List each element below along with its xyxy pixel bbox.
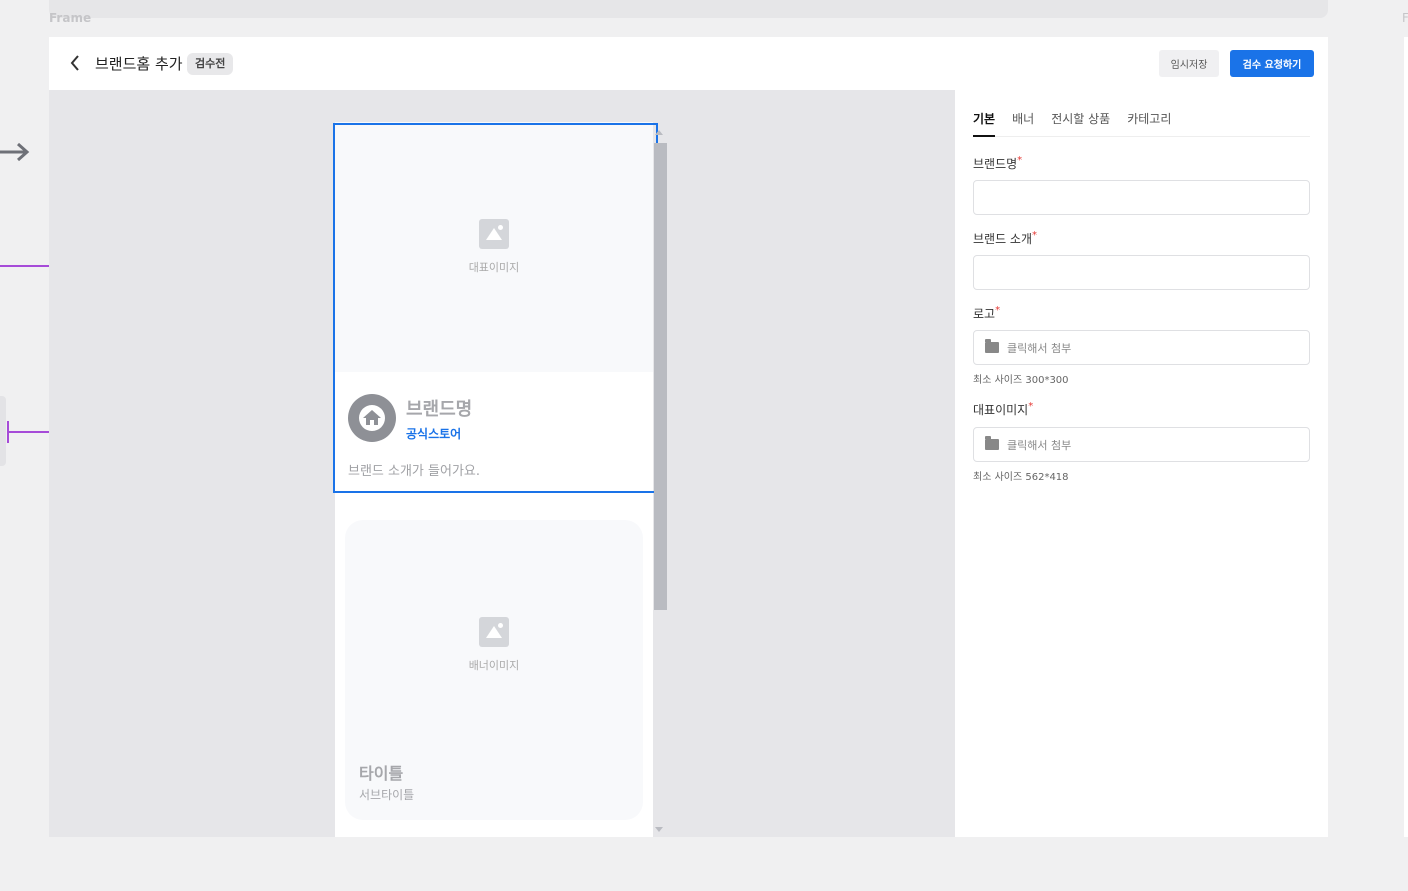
banner-image-caption: 배너이미지 bbox=[468, 659, 520, 672]
rep-image-label: 대표이미지* bbox=[973, 401, 1034, 417]
tab-banner[interactable]: 배너 bbox=[1012, 110, 1034, 137]
preview-area: 대표이미지 브랜드명 공식스토어 브랜드 소개가 들어가요. 배너이미지 타이틀… bbox=[49, 90, 955, 837]
brand-intro-label: 브랜드 소개* bbox=[973, 230, 1038, 246]
banner-card: 배너이미지 타이틀 서브타이틀 bbox=[345, 520, 643, 820]
previous-frame-strip bbox=[49, 0, 1328, 18]
settings-panel: 기본 배너 전시할 상품 카테고리 브랜드명* 브랜드 소개* 로고* 클릭해서… bbox=[955, 90, 1328, 837]
folder-icon bbox=[985, 339, 999, 353]
chevron-left-icon bbox=[70, 55, 79, 71]
tab-display-products[interactable]: 전시할 상품 bbox=[1051, 110, 1110, 137]
brand-intro-input[interactable] bbox=[973, 255, 1310, 290]
status-badge: 검수전 bbox=[187, 53, 234, 75]
back-button[interactable] bbox=[65, 53, 85, 73]
submit-review-button[interactable]: 검수 요청하기 bbox=[1230, 50, 1314, 77]
tab-category[interactable]: 카테고리 bbox=[1127, 110, 1171, 137]
save-draft-button[interactable]: 임시저장 bbox=[1159, 50, 1219, 77]
rep-image-size-help: 최소 사이즈 562*418 bbox=[973, 472, 1069, 483]
logo-upload-field[interactable]: 클릭해서 첨부 bbox=[973, 330, 1310, 365]
arrow-right-icon bbox=[0, 142, 30, 162]
selection-outline bbox=[333, 123, 658, 493]
brand-name-label: 브랜드명* bbox=[973, 155, 1023, 171]
logo-upload-placeholder: 클릭해서 첨부 bbox=[1007, 341, 1072, 355]
rep-image-upload-field[interactable]: 클릭해서 첨부 bbox=[973, 427, 1310, 462]
frame-label-right: F bbox=[1402, 11, 1408, 25]
banner-image-placeholder: 배너이미지 bbox=[345, 520, 643, 770]
frame-label: Frame bbox=[49, 11, 92, 25]
folder-icon bbox=[985, 436, 999, 450]
scrollbar-thumb[interactable] bbox=[654, 143, 667, 610]
page-title: 브랜드홈 추가 bbox=[95, 55, 183, 73]
header-bar: 브랜드홈 추가 검수전 임시저장 검수 요청하기 bbox=[49, 37, 1328, 90]
next-frame-edge bbox=[1404, 37, 1408, 837]
brandhome-frame: 브랜드홈 추가 검수전 임시저장 검수 요청하기 대표이미지 브랜드명 공식스토… bbox=[49, 37, 1328, 837]
rep-image-upload-placeholder: 클릭해서 첨부 bbox=[1007, 438, 1072, 452]
logo-size-help: 최소 사이즈 300*300 bbox=[973, 375, 1069, 386]
logo-label: 로고* bbox=[973, 305, 1001, 321]
image-icon bbox=[479, 617, 509, 647]
left-frame-stub bbox=[0, 396, 6, 466]
tab-bar: 기본 배너 전시할 상품 카테고리 bbox=[973, 110, 1310, 137]
brand-name-input[interactable] bbox=[973, 180, 1310, 215]
design-canvas: Frame F 브랜드홈 추가 검수전 임시저장 검수 요청하기 대표이미지 브… bbox=[0, 0, 1408, 891]
tab-basic[interactable]: 기본 bbox=[973, 110, 996, 137]
scroll-down-arrow[interactable] bbox=[655, 827, 663, 832]
scroll-up-arrow[interactable] bbox=[655, 130, 663, 135]
banner-title: 타이틀 bbox=[359, 764, 404, 783]
banner-subtitle: 서브타이틀 bbox=[359, 788, 415, 802]
